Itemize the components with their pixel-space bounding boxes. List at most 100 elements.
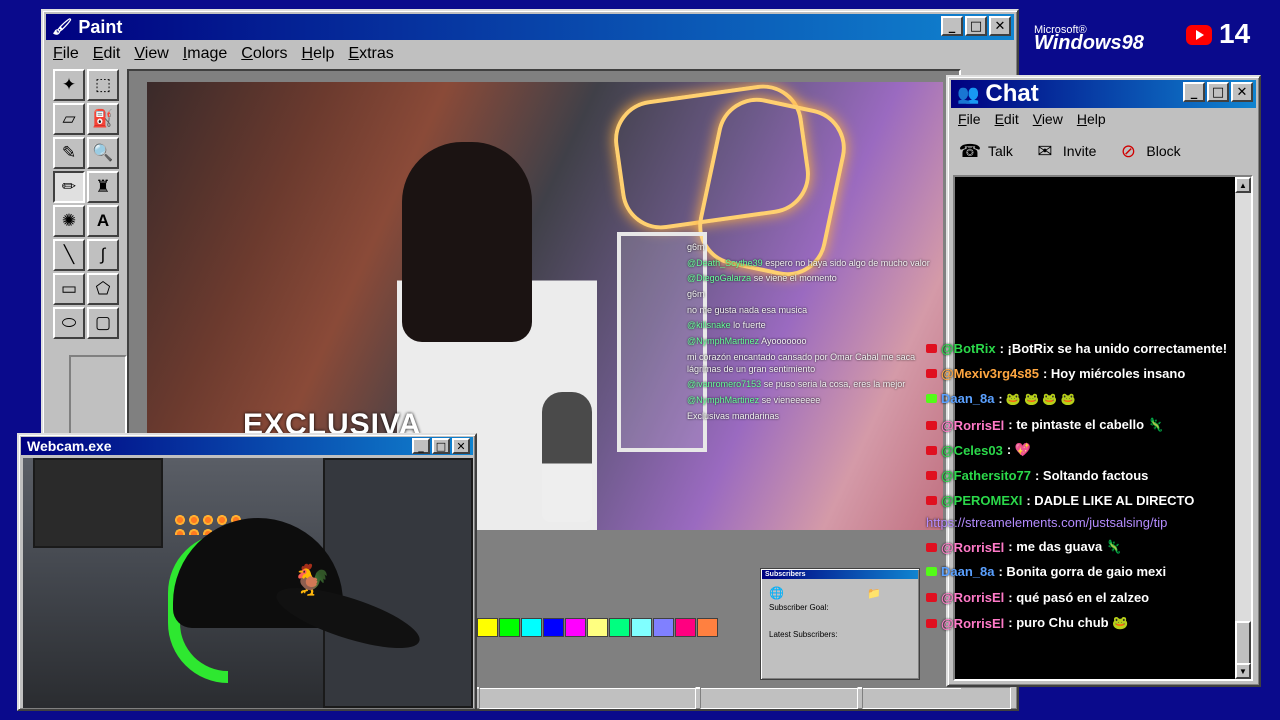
rounded-rect-icon[interactable]: ▢ (87, 307, 119, 339)
rectangle-icon[interactable]: ▭ (53, 273, 85, 305)
polygon-icon[interactable]: ⬠ (87, 273, 119, 305)
line-icon[interactable]: ╲ (53, 239, 85, 271)
pencil-icon[interactable]: ✏ (53, 171, 85, 203)
maximize-button[interactable]: □ (432, 438, 450, 454)
airbrush-icon[interactable]: ✺ (53, 205, 85, 237)
fill-icon[interactable]: ⛽ (87, 103, 119, 135)
youtube-badge-icon (926, 593, 937, 602)
magnifier-icon[interactable]: 🔍 (87, 137, 119, 169)
free-select-icon[interactable]: ✦ (53, 69, 85, 101)
paint-icon: 🖌 (52, 19, 73, 36)
menu-edit[interactable]: Edit (93, 45, 121, 63)
subscriber-goal-label: Subscriber Goal: (769, 603, 829, 612)
shelf (33, 458, 163, 548)
close-button[interactable]: ✕ (989, 16, 1011, 36)
streamer-hair (402, 142, 532, 342)
overlay-message: @killsnake lo fuerte (687, 320, 766, 331)
palette-swatch[interactable] (631, 618, 652, 637)
text-icon[interactable]: A (87, 205, 119, 237)
youtube-badge-icon (926, 471, 937, 480)
chat-title: Chat (985, 80, 1039, 107)
chat-scrollbar[interactable]: ▲ ▼ (1235, 177, 1251, 679)
overlay-message: mi corazón encantado cansado por Omar Ca… (687, 351, 916, 374)
menu-extras[interactable]: Extras (348, 45, 393, 63)
paint-titlebar[interactable]: 🖌 Paint _ □ ✕ (46, 14, 1014, 40)
chat-message: @Celes03: 💖 (926, 442, 1031, 458)
youtube-badge-icon (926, 542, 937, 552)
scroll-down-icon[interactable]: ▼ (1235, 663, 1251, 679)
status-panel (479, 687, 697, 709)
chat-menu-view[interactable]: View (1033, 111, 1063, 127)
chat-message: https://streamelements.com/justsalsing/t… (926, 515, 1167, 530)
palette-swatch[interactable] (521, 618, 542, 637)
menu-help[interactable]: Help (302, 45, 335, 63)
stream-overlay-chat: g6m @Death_Scythe39 espero no haya sido … (687, 242, 943, 426)
menu-view[interactable]: View (134, 45, 168, 63)
chat-menu-file[interactable]: File (958, 111, 981, 127)
close-button[interactable]: ✕ (452, 438, 470, 454)
ellipse-icon[interactable]: ⬭ (53, 307, 85, 339)
chat-menubar: File Edit View Help (958, 111, 1106, 127)
paint-statusbar (477, 684, 1013, 710)
palette-swatch[interactable] (653, 618, 674, 637)
palette-swatch[interactable] (609, 618, 630, 637)
status-panel (700, 687, 858, 709)
rect-select-icon[interactable]: ⬚ (87, 69, 119, 101)
invite-icon: ✉ (1037, 140, 1053, 161)
webcam-titlebar[interactable]: Webcam.exe _ □ ✕ (21, 437, 473, 455)
overlay-message: @DiegoGalarza se viene el momento (687, 273, 837, 284)
maximize-button[interactable]: □ (965, 16, 987, 36)
palette-swatch[interactable] (543, 618, 564, 637)
close-button[interactable]: ✕ (1231, 82, 1253, 102)
youtube-badge-icon (926, 420, 937, 430)
scroll-thumb[interactable] (1235, 621, 1251, 665)
menu-file[interactable]: File (53, 45, 79, 63)
palette-swatch[interactable] (565, 618, 586, 637)
scroll-up-icon[interactable]: ▲ (1235, 177, 1251, 193)
palette-swatch[interactable] (675, 618, 696, 637)
color-picker-icon[interactable]: ✎ (53, 137, 85, 169)
palette-swatch[interactable] (477, 618, 498, 637)
menu-image[interactable]: Image (183, 45, 227, 63)
chat-message: @Mexiv3rg4s85: Hoy miércoles insano (926, 366, 1185, 381)
brush-icon[interactable]: ♜ (87, 171, 119, 203)
folder-icon: 📁 (867, 588, 881, 600)
curve-icon[interactable]: ∫ (87, 239, 119, 271)
chat-menu-help[interactable]: Help (1077, 111, 1106, 127)
chat-message: @Fathersito77: Soltando factous (926, 468, 1148, 483)
globe-icon: 🌐 (769, 586, 784, 600)
chat-message: @PEROMEXI: DADLE LIKE AL DIRECTO (926, 493, 1194, 508)
overlay-message: @NymphMartinez se vieneeeeee (687, 394, 821, 405)
paint-title: Paint (78, 16, 123, 37)
overlay-message: @Death_Scythe39 espero no haya sido algo… (687, 257, 930, 268)
subscribers-titlebar[interactable]: Subscribers (762, 570, 918, 579)
block-button[interactable]: ⊘ Block (1116, 139, 1181, 163)
minimize-button[interactable]: _ (941, 16, 963, 36)
chat-menu-edit[interactable]: Edit (995, 111, 1019, 127)
eraser-icon[interactable]: ▱ (53, 103, 85, 135)
minimize-button[interactable]: _ (1183, 82, 1205, 102)
kick-badge-icon (926, 394, 937, 403)
menu-colors[interactable]: Colors (241, 45, 287, 63)
microphone (542, 392, 592, 522)
palette-swatch[interactable] (587, 618, 608, 637)
chat-titlebar[interactable]: 👥 Chat _ □ ✕ (951, 80, 1256, 108)
invite-button[interactable]: ✉ Invite (1033, 139, 1096, 163)
overlay-message: @NymphMartinez Ayooooooo (687, 336, 807, 347)
chat-message: Daan_8a: 🐸 🐸 🐸 🐸 (926, 391, 1076, 406)
maximize-button[interactable]: □ (1207, 82, 1229, 102)
webcam-feed: 🐓 (23, 458, 473, 708)
talk-button[interactable]: ☎ Talk (958, 139, 1013, 163)
status-panel (861, 687, 1012, 709)
subscribers-widget: Subscribers 🌐 📁 Subscriber Goal: Latest … (760, 568, 920, 680)
palette-swatch[interactable] (499, 618, 520, 637)
chat-message: @RorrisEl: me das guava 🦎 (926, 539, 1122, 555)
windows98-label: Windows98 (1034, 32, 1144, 54)
webcam-window: Webcam.exe _ □ ✕ 🐓 (17, 433, 477, 711)
people-icon: 👥 (957, 83, 980, 104)
webcam-title: Webcam.exe (27, 438, 112, 454)
youtube-badge-icon (926, 445, 937, 455)
tip-link[interactable]: https://streamelements.com/justsalsing/t… (926, 515, 1167, 530)
minimize-button[interactable]: _ (412, 438, 430, 454)
palette-swatch[interactable] (697, 618, 718, 637)
